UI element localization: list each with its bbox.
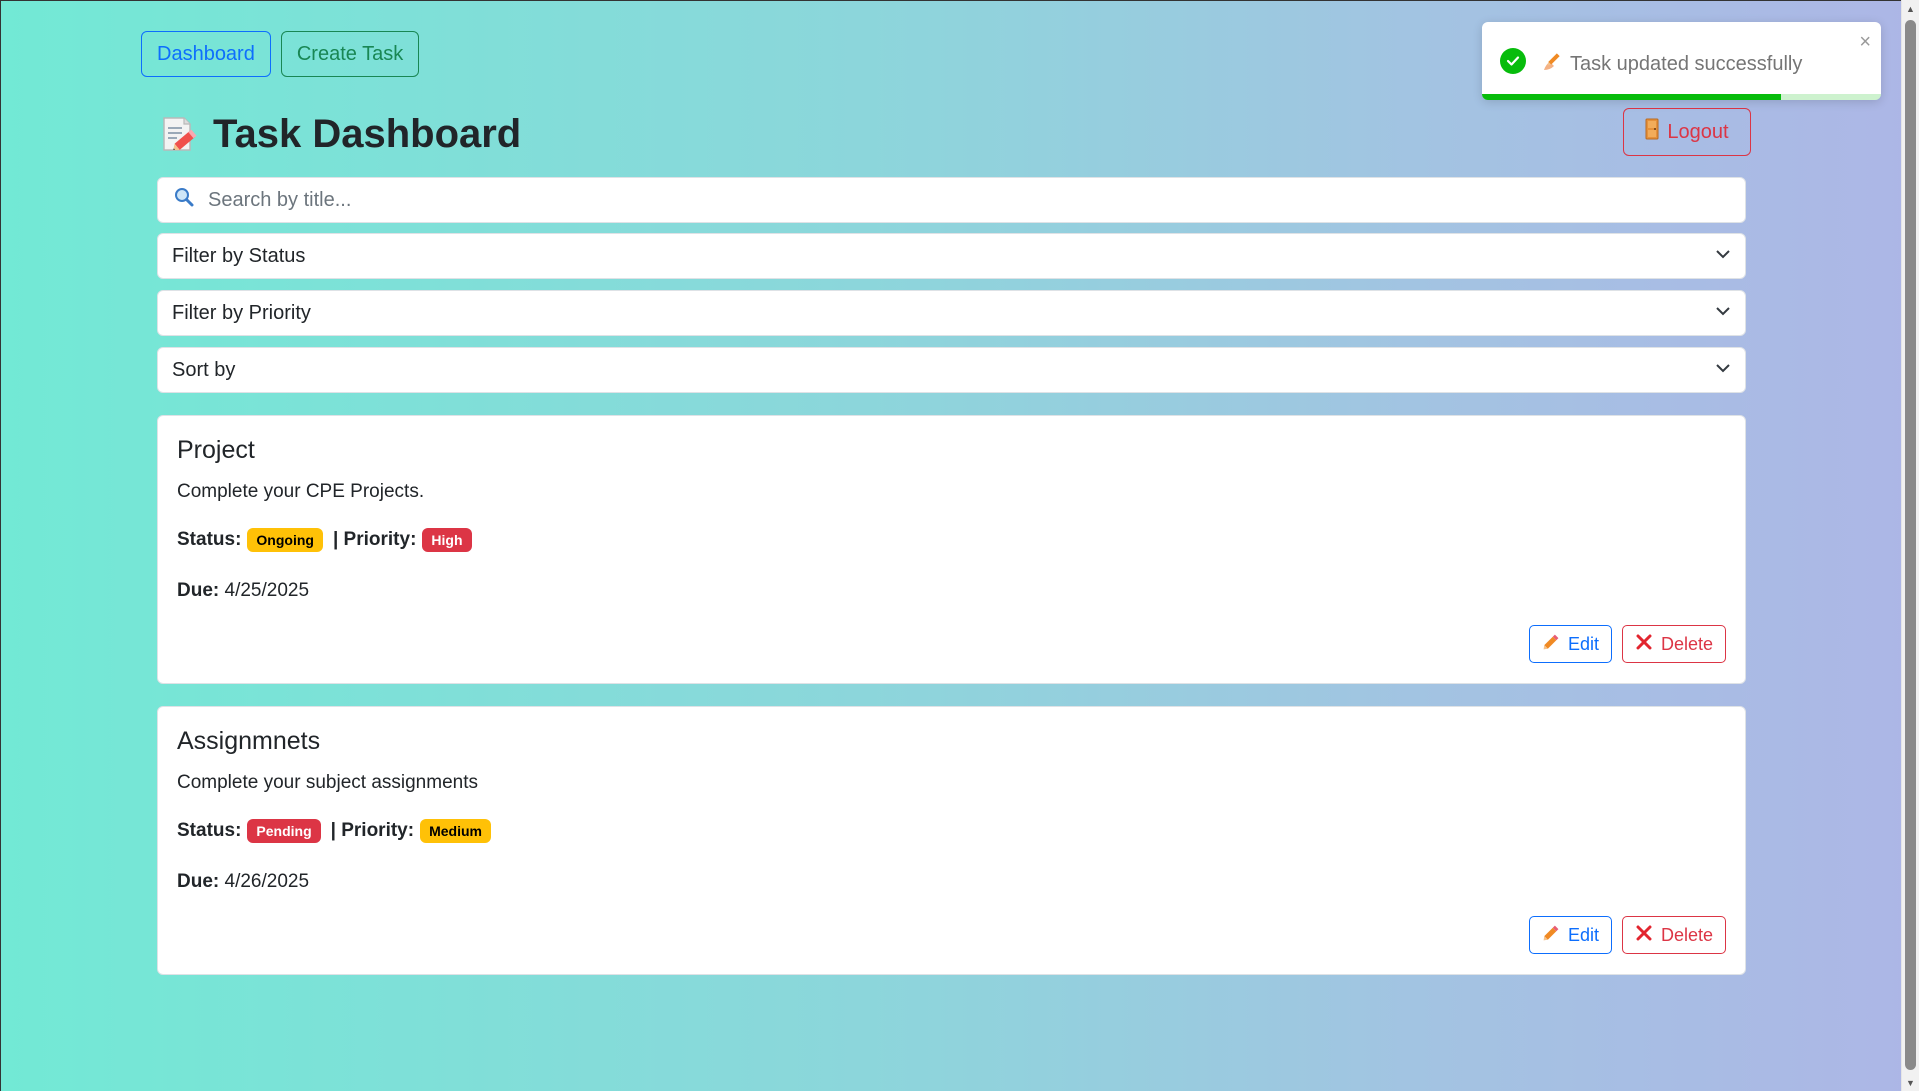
window-frame-left (0, 0, 1, 1091)
task-due: Due: 4/25/2025 (177, 580, 309, 602)
priority-label: | Priority: (330, 820, 415, 841)
due-label: Due: (177, 580, 220, 601)
delete-label: Delete (1660, 633, 1713, 654)
chevron-down-icon (1715, 245, 1731, 268)
priority-filter-label: Filter by Priority (172, 301, 311, 324)
door-icon (1645, 118, 1659, 146)
window-frame-top (0, 0, 1919, 1)
status-filter-select[interactable]: Filter by Status (157, 233, 1746, 279)
scrollbar-thumb[interactable] (1905, 20, 1916, 1070)
chevron-down-icon (1715, 302, 1731, 325)
status-label: Status: (177, 820, 242, 841)
toast-message: Task updated successfully (1540, 50, 1802, 78)
page-title: Task Dashboard (213, 111, 522, 156)
page-scrollbar[interactable]: ▲ ▼ (1901, 0, 1919, 1091)
due-date: 4/26/2025 (224, 871, 310, 892)
edit-button[interactable]: Edit (1528, 625, 1612, 663)
pencil-icon (1542, 633, 1560, 656)
status-filter-label: Filter by Status (172, 244, 306, 267)
status-label: Status: (177, 529, 242, 550)
memo-icon (157, 114, 197, 154)
due-date: 4/25/2025 (224, 580, 310, 601)
task-actions: Edit Delete (1528, 916, 1726, 954)
status-badge: Ongoing (247, 528, 323, 552)
toast-text: Task updated successfully (1570, 52, 1803, 75)
task-due: Due: 4/26/2025 (177, 871, 309, 893)
page-header: Task Dashboard Logout (157, 108, 1751, 160)
logout-label: Logout (1667, 120, 1729, 143)
due-label: Due: (177, 871, 220, 892)
search-input[interactable] (206, 187, 1710, 213)
sort-select[interactable]: Sort by (157, 347, 1746, 393)
logout-button[interactable]: Logout (1623, 108, 1751, 156)
task-description: Complete your CPE Projects. (177, 481, 425, 502)
task-title: Assignmnets (177, 727, 321, 755)
delete-label: Delete (1660, 924, 1713, 945)
scroll-down-icon[interactable]: ▼ (1902, 1074, 1919, 1091)
toast-progress-bar (1482, 94, 1782, 100)
top-nav: Dashboard Create Task (141, 31, 420, 77)
edit-button[interactable]: Edit (1528, 916, 1612, 954)
priority-badge: High (422, 528, 472, 552)
edit-label: Edit (1567, 633, 1599, 654)
edit-label: Edit (1567, 924, 1599, 945)
delete-button[interactable]: Delete (1621, 625, 1726, 663)
priority-badge: Medium (420, 819, 491, 843)
task-actions: Edit Delete (1528, 625, 1726, 663)
delete-button[interactable]: Delete (1621, 916, 1726, 954)
search-box (157, 177, 1746, 223)
priority-label: | Priority: (332, 529, 417, 550)
chevron-down-icon (1715, 359, 1731, 382)
title-wrap: Task Dashboard (157, 108, 521, 160)
sort-label: Sort by (172, 358, 236, 381)
task-title: Project (177, 436, 255, 464)
task-meta: Status: Pending | Priority: Medium (177, 819, 501, 843)
search-icon (174, 187, 194, 213)
close-icon[interactable]: × (1859, 32, 1871, 52)
priority-filter-select[interactable]: Filter by Priority (157, 290, 1746, 336)
status-badge: Pending (247, 819, 321, 843)
scroll-up-icon[interactable]: ▲ (1902, 0, 1919, 17)
cross-icon (1635, 924, 1653, 947)
toast-progress-track (1482, 94, 1881, 100)
dashboard-button[interactable]: Dashboard (141, 31, 271, 77)
toast-notification: Task updated successfully × (1482, 22, 1881, 100)
pencil-icon (1542, 924, 1560, 947)
task-card: Assignmnets Complete your subject assign… (157, 706, 1746, 975)
create-task-button[interactable]: Create Task (280, 31, 420, 77)
task-description: Complete your subject assignments (177, 772, 478, 793)
cross-icon (1635, 633, 1653, 656)
task-meta: Status: Ongoing | Priority: High (177, 528, 482, 552)
writing-hand-icon (1540, 50, 1562, 78)
check-circle-icon (1500, 48, 1526, 74)
task-card: Project Complete your CPE Projects. Stat… (157, 415, 1746, 684)
